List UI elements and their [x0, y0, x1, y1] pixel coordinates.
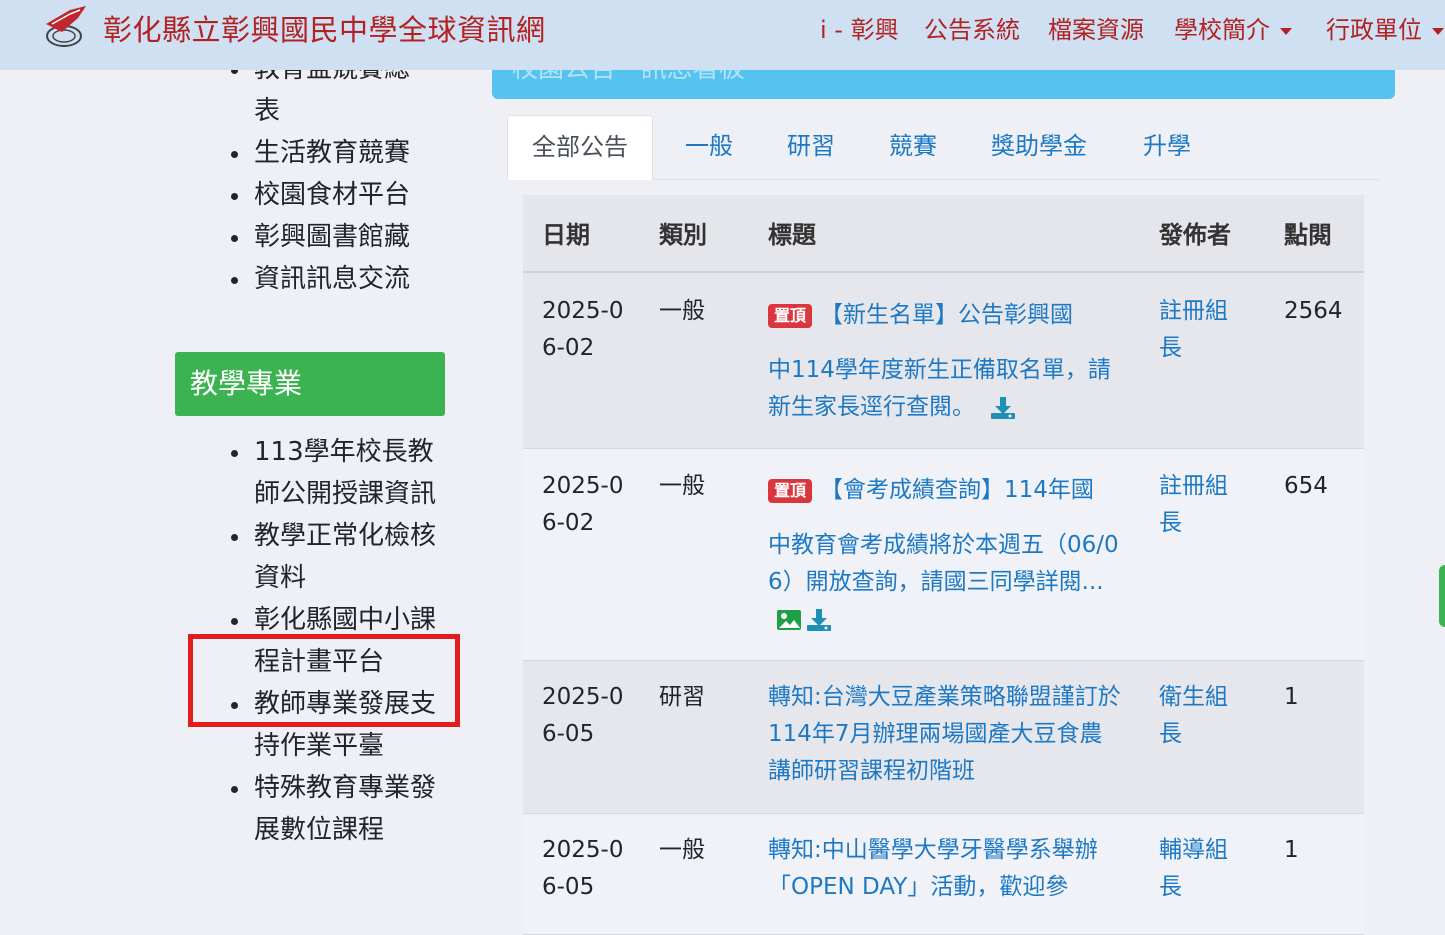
row-date: 2025-06-02 [542, 298, 624, 361]
row-views: 654 [1284, 473, 1328, 499]
row-title-link[interactable]: 轉知:台灣大豆產業策略聯盟謹訂於114年7月辦理兩場國產大豆食農講師研習課程初階… [768, 679, 1123, 790]
table-row: 2025-06-02 一般 置頂 【新生名單】公告彰興國 中114學年度新生正備取… [523, 273, 1364, 449]
chevron-down-icon [1432, 27, 1444, 35]
sidebar-list-links: 教育盃競賽總表 生活教育競賽 校園食材平台 彰興圖書館藏 資訊訊息交流 [231, 48, 439, 300]
tab-all[interactable]: 全部公告 [507, 115, 653, 180]
row-title-link[interactable]: 置頂 【會考成績查詢】114年國 中教育會考成績將於本週五（06/06）開放查詢，… [768, 468, 1123, 638]
row-title-link[interactable]: 置頂 【新生名單】公告彰興國 中114學年度新生正備取名單，請新生家長逕行查閱。 [768, 293, 1123, 426]
row-category: 研習 [659, 684, 705, 710]
header-category: 類別 [659, 221, 707, 249]
download-icon[interactable] [806, 608, 832, 632]
header-views: 點閱 [1284, 221, 1332, 249]
tab-further-education[interactable]: 升學 [1143, 115, 1191, 179]
row-author-link[interactable]: 衛生組長 [1159, 679, 1249, 753]
row-date: 2025-06-02 [542, 473, 624, 536]
sidebar-item-normalization[interactable]: 教學正常化檢核資料 [231, 515, 439, 599]
tab-competition[interactable]: 競賽 [889, 115, 937, 179]
table-row: 2025-06-02 一般 置頂 【會考成績查詢】114年國 中教育會考成績將於本… [523, 449, 1364, 661]
sidebar-item-label: 表 [254, 96, 281, 126]
tab-workshop[interactable]: 研習 [787, 115, 835, 179]
title-line: 【新生名單】公告彰興國 [820, 302, 1074, 328]
header-title: 標題 [768, 221, 816, 249]
nav-admin-units-label: 行政單位 [1326, 16, 1422, 44]
title-line: 【會考成績查詢】114年國 [820, 477, 1094, 503]
row-date: 2025-06-05 [542, 837, 624, 900]
sidebar-item-library[interactable]: 彰興圖書館藏 [231, 216, 439, 258]
tab-scholarship[interactable]: 獎助學金 [991, 115, 1087, 179]
sidebar-section-title: 教學專業 [175, 352, 445, 416]
announcement-table: 日期 類別 標題 發佈者 點閱 2025-06-02 一般 置頂 【新生名單】公告… [523, 195, 1364, 935]
row-author-link[interactable]: 輔導組長 [1159, 832, 1249, 906]
top-navbar: 彰化縣立彰興國民中學全球資訊網 i - 彰興 公告系統 檔案資源 學校簡介 行政… [0, 0, 1445, 70]
download-icon[interactable] [990, 396, 1016, 420]
nav-i-changxing[interactable]: i - 彰興 [820, 10, 899, 45]
school-logo-icon[interactable] [40, 2, 90, 52]
nav-school-intro-label: 學校簡介 [1174, 16, 1270, 44]
image-icon[interactable] [776, 609, 802, 631]
row-title-link[interactable]: 轉知:中山醫學大學牙醫學系舉辦「OPEN DAY」活動，歡迎參 [768, 832, 1123, 906]
table-row: 2025-06-05 研習 轉知:台灣大豆產業策略聯盟謹訂於114年7月辦理兩場… [523, 661, 1364, 814]
nav-announcements[interactable]: 公告系統 [924, 10, 1020, 45]
tab-general[interactable]: 一般 [685, 115, 733, 179]
nav-admin-units[interactable]: 行政單位 [1326, 10, 1444, 45]
site-title[interactable]: 彰化縣立彰興國民中學全球資訊網 [103, 7, 546, 49]
nav-school-intro[interactable]: 學校簡介 [1174, 10, 1292, 45]
sidebar-item-food-platform[interactable]: 校園食材平台 [231, 174, 439, 216]
row-author-link[interactable]: 註冊組長 [1159, 293, 1249, 367]
row-category: 一般 [659, 298, 705, 324]
row-date: 2025-06-05 [542, 684, 624, 747]
chevron-down-icon [1280, 27, 1292, 35]
row-category: 一般 [659, 837, 705, 863]
row-views: 1 [1284, 837, 1299, 863]
category-tabs: 全部公告 一般 研習 競賽 獎助學金 升學 [507, 115, 1380, 180]
header-author: 發佈者 [1159, 221, 1231, 249]
pinned-badge: 置頂 [768, 303, 813, 328]
sidebar-item-info-exchange[interactable]: 資訊訊息交流 [231, 258, 439, 300]
title-rest: 中114學年度新生正備取名單，請新生家長逕行查閱。 [768, 357, 1111, 420]
sidebar-item-life-education[interactable]: 生活教育競賽 [231, 132, 439, 174]
title-rest: 中教育會考成績將於本週五（06/06）開放查詢，請國三同學詳閱... [768, 532, 1119, 595]
sidebar-item-special-education[interactable]: 特殊教育專業發展數位課程 [231, 767, 439, 851]
highlight-box [188, 634, 460, 727]
row-author-link[interactable]: 註冊組長 [1159, 468, 1249, 542]
floating-side-tab[interactable] [1439, 565, 1445, 627]
header-date: 日期 [542, 221, 590, 249]
table-row: 2025-06-05 一般 轉知:中山醫學大學牙醫學系舉辦「OPEN DAY」活… [523, 814, 1364, 935]
sidebar-item-open-class[interactable]: 113學年校長教師公開授課資訊 [231, 431, 439, 515]
row-views: 1 [1284, 684, 1299, 710]
row-views: 2564 [1284, 298, 1343, 324]
pinned-badge: 置頂 [768, 478, 813, 503]
row-category: 一般 [659, 473, 705, 499]
table-header: 日期 類別 標題 發佈者 點閱 [523, 195, 1364, 273]
nav-file-resources[interactable]: 檔案資源 [1048, 10, 1144, 45]
